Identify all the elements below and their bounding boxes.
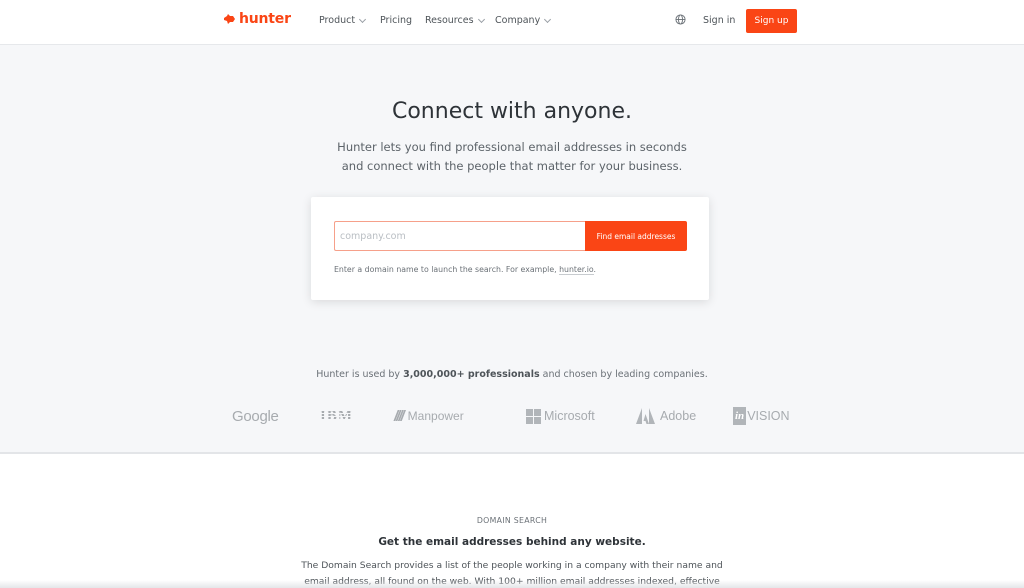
invision-logo: in VISION bbox=[733, 403, 790, 429]
manpower-mark-icon: //// bbox=[394, 407, 405, 425]
hunter-logo-icon bbox=[224, 14, 235, 24]
nav-resources[interactable]: Resources bbox=[425, 15, 485, 26]
social-proof-text: Hunter is used by 3,000,000+ professiona… bbox=[0, 369, 1024, 380]
microsoft-windows-icon bbox=[526, 408, 541, 424]
microsoft-logo: Microsoft bbox=[526, 403, 595, 429]
ibm-logo: IBM bbox=[320, 403, 353, 429]
microsoft-logo-text: Microsoft bbox=[544, 409, 595, 423]
top-navbar: hunter Product Pricing Resources Company… bbox=[0, 0, 1024, 45]
hero-title: Connect with anyone. bbox=[391, 99, 632, 124]
hero-subtitle: Hunter lets you find professional email … bbox=[0, 138, 1024, 176]
adobe-icon bbox=[636, 408, 655, 424]
adobe-logo-text: Adobe bbox=[660, 409, 697, 423]
find-email-addresses-button[interactable]: Find email addresses bbox=[585, 221, 687, 251]
manpower-logo-text: Manpower bbox=[407, 409, 464, 423]
nav-product[interactable]: Product bbox=[319, 15, 367, 26]
nav-pricing[interactable]: Pricing bbox=[380, 15, 412, 26]
chevron-down-icon bbox=[477, 15, 485, 23]
brand-name: hunter bbox=[239, 11, 291, 27]
trust-prefix: Hunter is used by bbox=[316, 369, 404, 380]
nav-pricing-label: Pricing bbox=[380, 15, 413, 26]
google-logo: Google bbox=[232, 403, 279, 429]
sign-in-link[interactable]: Sign in bbox=[703, 15, 735, 26]
globe-icon[interactable] bbox=[675, 14, 686, 25]
example-domain-link[interactable]: hunter.io bbox=[559, 265, 594, 275]
hunter-logo[interactable]: hunter bbox=[223, 11, 291, 27]
customer-logos: Google IBM //// Manpower Microsoft Adobe… bbox=[0, 403, 1024, 429]
google-logo-text: Google bbox=[232, 407, 279, 425]
adobe-logo: Adobe bbox=[636, 403, 696, 429]
bottom-fade bbox=[0, 580, 1024, 588]
ibm-logo-text: IBM bbox=[320, 407, 353, 424]
invision-logo-text: VISION bbox=[747, 409, 790, 423]
nav-product-label: Product bbox=[319, 15, 356, 26]
search-hint-suffix: . bbox=[593, 265, 597, 274]
trust-highlight: 3,000,000+ professionals bbox=[403, 369, 540, 380]
hero-subtitle-line1: Hunter lets you find professional email … bbox=[337, 140, 687, 154]
search-hint: Enter a domain name to launch the search… bbox=[334, 265, 597, 275]
invision-in-icon: in bbox=[733, 407, 747, 425]
search-hint-text: Enter a domain name to launch the search… bbox=[334, 265, 560, 274]
section-title: Get the email addresses behind any websi… bbox=[378, 536, 646, 548]
nav-resources-label: Resources bbox=[425, 15, 474, 26]
chevron-down-icon bbox=[359, 15, 367, 23]
nav-company-label: Company bbox=[495, 15, 541, 26]
hero-subtitle-line2: and connect with the people that matter … bbox=[341, 159, 683, 173]
domain-search-input[interactable] bbox=[334, 221, 585, 251]
manpower-logo: //// Manpower bbox=[394, 403, 464, 429]
section-eyebrow: DOMAIN SEARCH bbox=[476, 516, 548, 525]
chevron-down-icon bbox=[544, 15, 552, 23]
hero-section: Connect with anyone. Hunter lets you fin… bbox=[0, 45, 1024, 454]
nav-company[interactable]: Company bbox=[495, 15, 552, 26]
sign-up-button[interactable]: Sign up bbox=[746, 9, 797, 33]
trust-suffix: and chosen by leading companies. bbox=[539, 369, 708, 380]
domain-search-section: DOMAIN SEARCH Get the email addresses be… bbox=[0, 456, 1024, 588]
domain-search-card: Find email addresses Enter a domain name… bbox=[311, 197, 709, 300]
